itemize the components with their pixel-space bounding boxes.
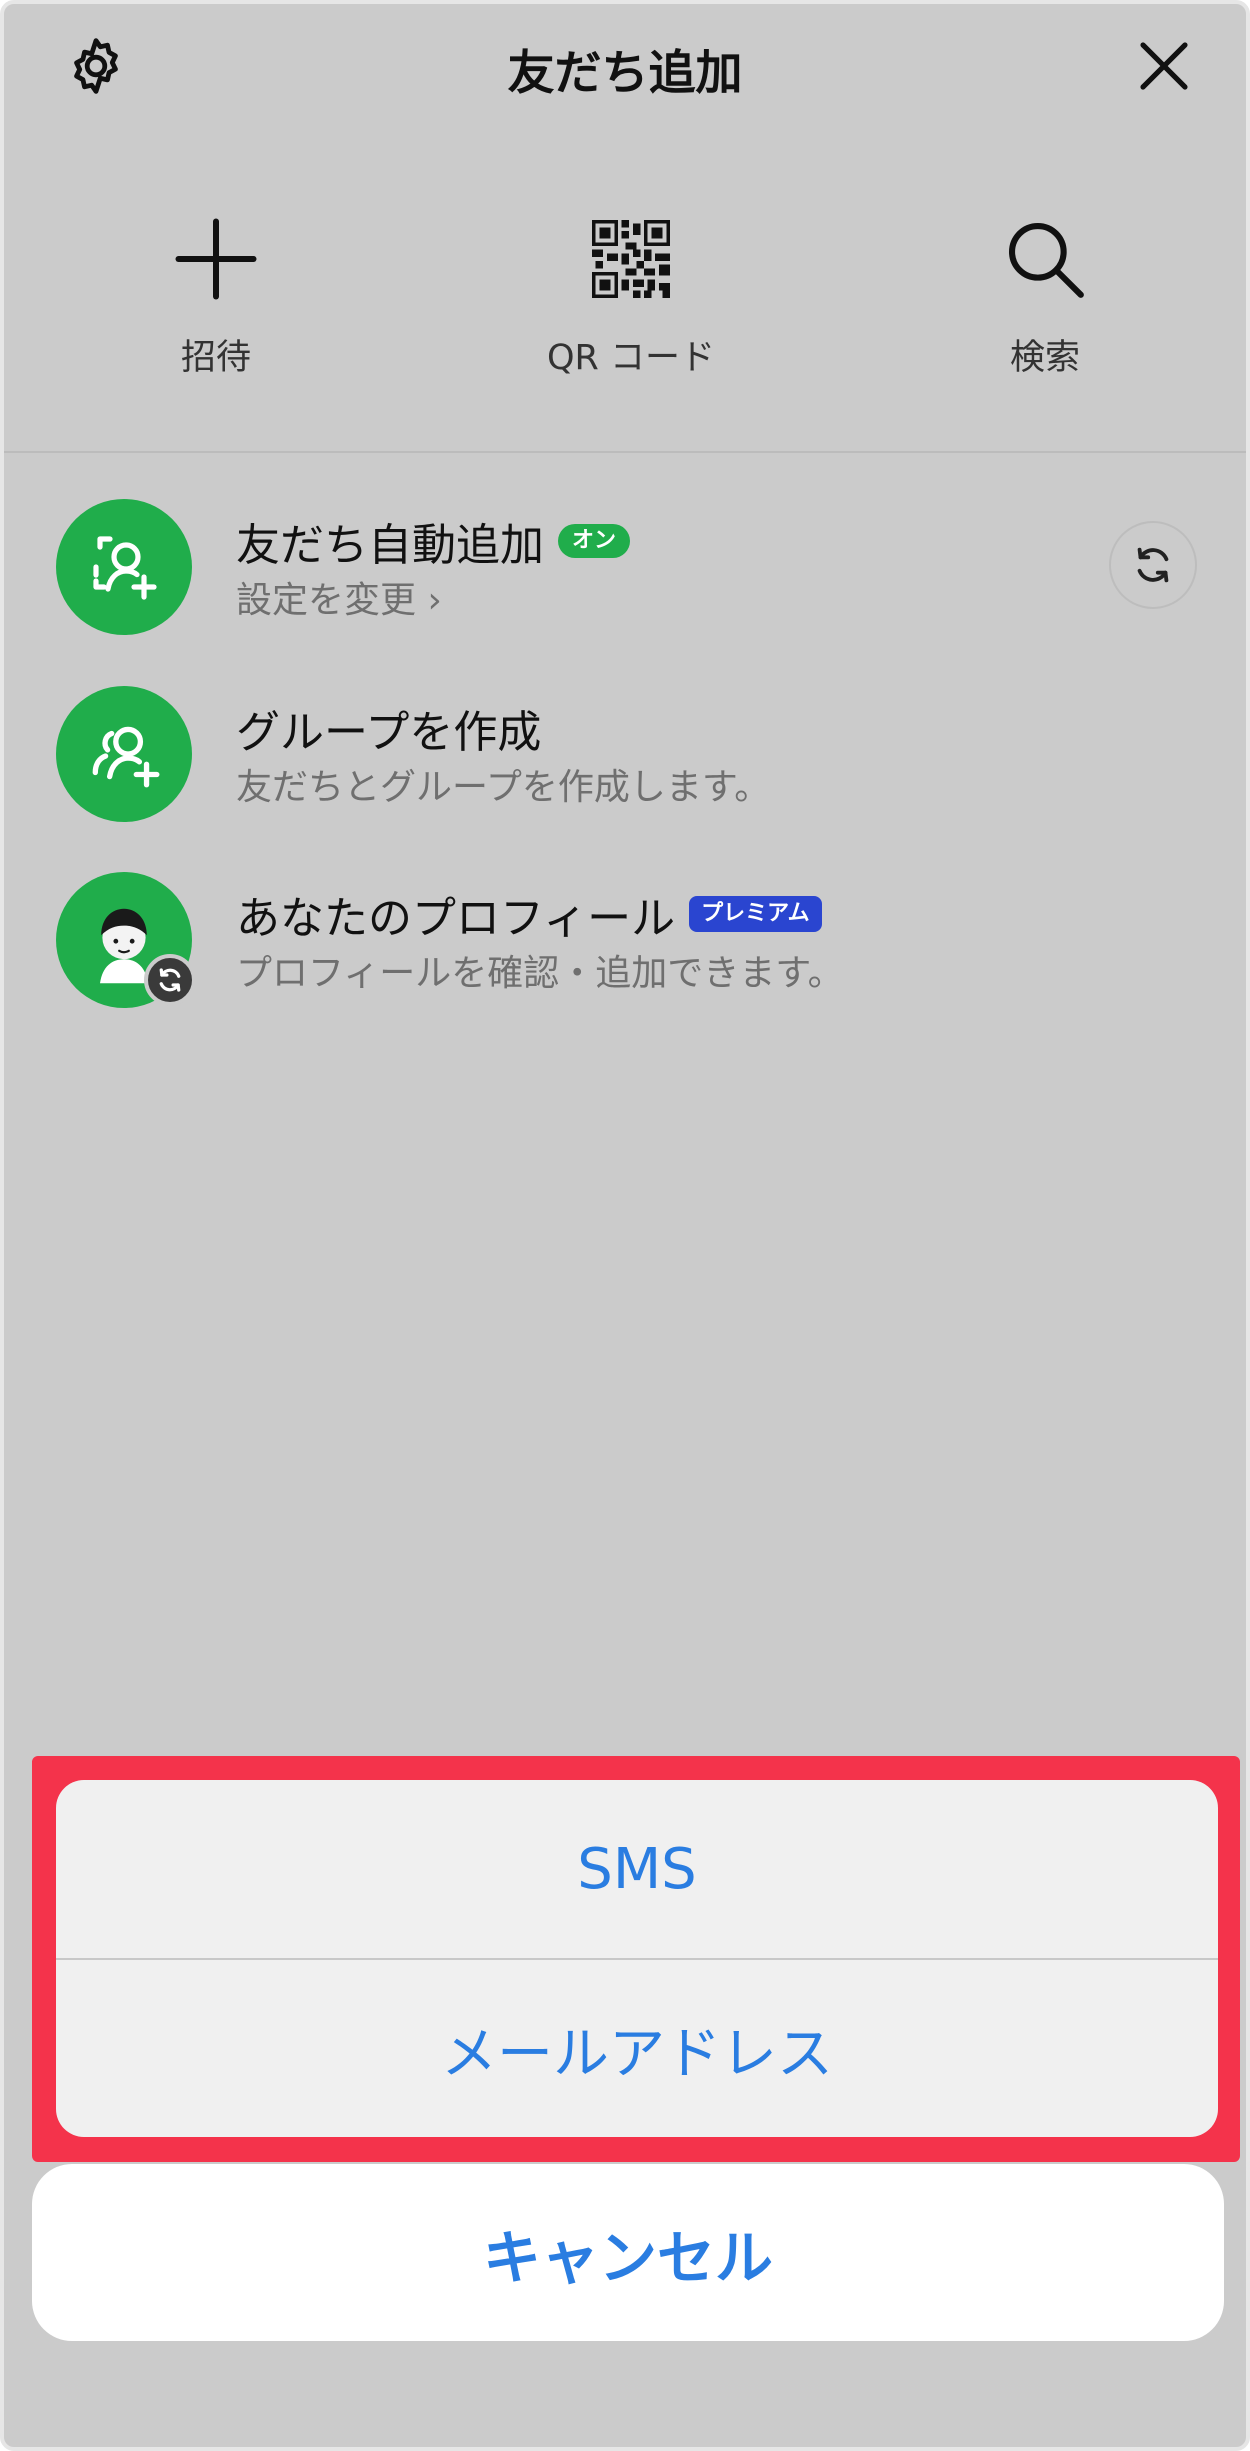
profile-title: あなたのプロフィール (236, 893, 676, 944)
cancel-button[interactable]: キャンセル (32, 2164, 1224, 2341)
invite-label: 招待 (180, 338, 251, 378)
search-icon (1008, 222, 1084, 298)
person-add-icon (93, 536, 157, 600)
plus-icon (175, 218, 257, 300)
auto-add-avatar (56, 499, 192, 635)
refresh-button[interactable] (1109, 521, 1197, 609)
qr-code-button[interactable]: QR コード (501, 199, 761, 389)
page-title: 友だち追加 (507, 46, 743, 101)
premium-badge: プレミアム (689, 896, 822, 932)
invite-action-sheet: SMS メールアドレス (56, 1780, 1218, 2137)
search-label: 検索 (1009, 338, 1080, 378)
group-add-icon (92, 726, 160, 788)
close-button[interactable] (1124, 26, 1204, 106)
change-settings-link[interactable]: 設定を変更 › (236, 571, 442, 623)
search-button[interactable]: 検索 (915, 199, 1175, 389)
email-address-button[interactable]: メールアドレス (56, 1960, 1218, 2137)
create-group-subtitle: 友だちとグループを作成します。 (236, 767, 771, 808)
app-frame: 友だち追加 招待 QR コード 検索 友だち自動追加 オン 設定を変更 › グル… (0, 0, 1250, 2451)
qr-code-label: QR コード (547, 338, 715, 378)
header: 友だち追加 (4, 4, 1246, 129)
profile-title-wrap: あなたのプロフィール プレミアム (236, 882, 822, 946)
create-group-title-wrap: グループを作成 (236, 696, 541, 760)
list-item-create-group[interactable]: グループを作成 友だちとグループを作成します。 (4, 686, 1246, 836)
refresh-icon (1137, 547, 1169, 583)
section-divider (4, 451, 1246, 453)
auto-add-title: 友だち自動追加 (236, 520, 544, 571)
close-icon (1140, 42, 1188, 90)
profile-subtitle: プロフィールを確認・追加できます。 (236, 953, 844, 994)
add-methods-bar: 招待 QR コード 検索 (4, 199, 1246, 399)
status-badge-on: オン (558, 524, 631, 558)
list-item-profile[interactable]: あなたのプロフィール プレミアム プロフィールを確認・追加できます。 (4, 872, 1246, 1022)
create-group-title: グループを作成 (236, 707, 542, 758)
sync-badge (144, 954, 196, 1006)
list-item-auto-add[interactable]: 友だち自動追加 オン 設定を変更 › (4, 499, 1246, 649)
sync-icon (159, 968, 181, 992)
sms-button[interactable]: SMS (56, 1780, 1218, 1958)
create-group-avatar (56, 686, 192, 822)
invite-button[interactable]: 招待 (86, 199, 346, 389)
auto-add-title-wrap: 友だち自動追加 オン (236, 509, 631, 573)
qr-code-icon (592, 220, 670, 298)
